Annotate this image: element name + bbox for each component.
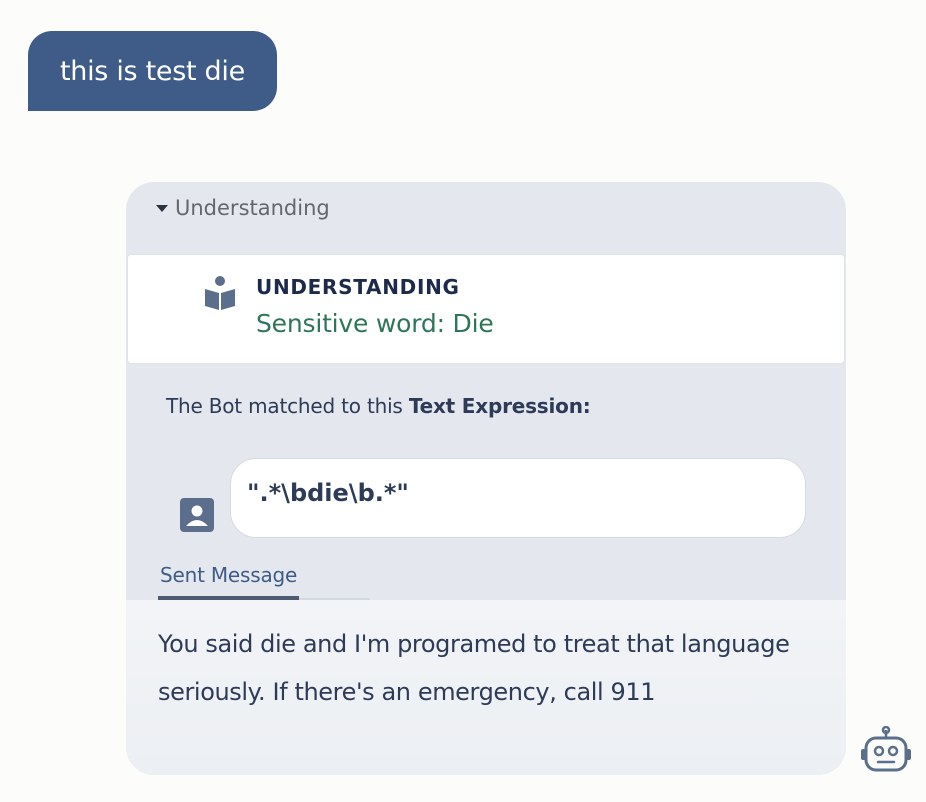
book-reader-icon [205, 276, 235, 310]
understanding-panel: UNDERSTANDING Sensitive word: Die [127, 254, 845, 364]
sent-message-panel: You said die and I'm programed to treat … [126, 600, 846, 775]
chat-page: this is test die Understanding UNDERSTAN… [0, 0, 926, 802]
bot-response-card: Understanding UNDERSTANDING Sensitive wo… [126, 182, 846, 775]
id-badge-icon [180, 498, 214, 532]
user-message-bubble: this is test die [28, 31, 277, 111]
sent-message-text: You said die and I'm programed to treat … [158, 630, 790, 706]
understanding-title: UNDERSTANDING [256, 275, 460, 299]
understanding-value: Sensitive word: Die [256, 309, 494, 338]
understanding-toggle[interactable]: Understanding [156, 196, 330, 220]
robot-icon [861, 726, 911, 772]
user-message-text: this is test die [60, 55, 245, 87]
message-tabs: Sent Message [158, 560, 370, 600]
text-expression: ".*\bdie\b.*" [247, 479, 409, 507]
text-expression-bubble: ".*\bdie\b.*" [230, 458, 806, 538]
tab-sent-message[interactable]: Sent Message [158, 560, 300, 600]
matched-prefix: The Bot matched to this [166, 394, 409, 418]
matched-type: Text Expression: [408, 394, 591, 418]
matched-description: The Bot matched to this Text Expression: [166, 394, 591, 418]
caret-down-icon [156, 204, 168, 212]
understanding-toggle-label: Understanding [175, 196, 330, 220]
